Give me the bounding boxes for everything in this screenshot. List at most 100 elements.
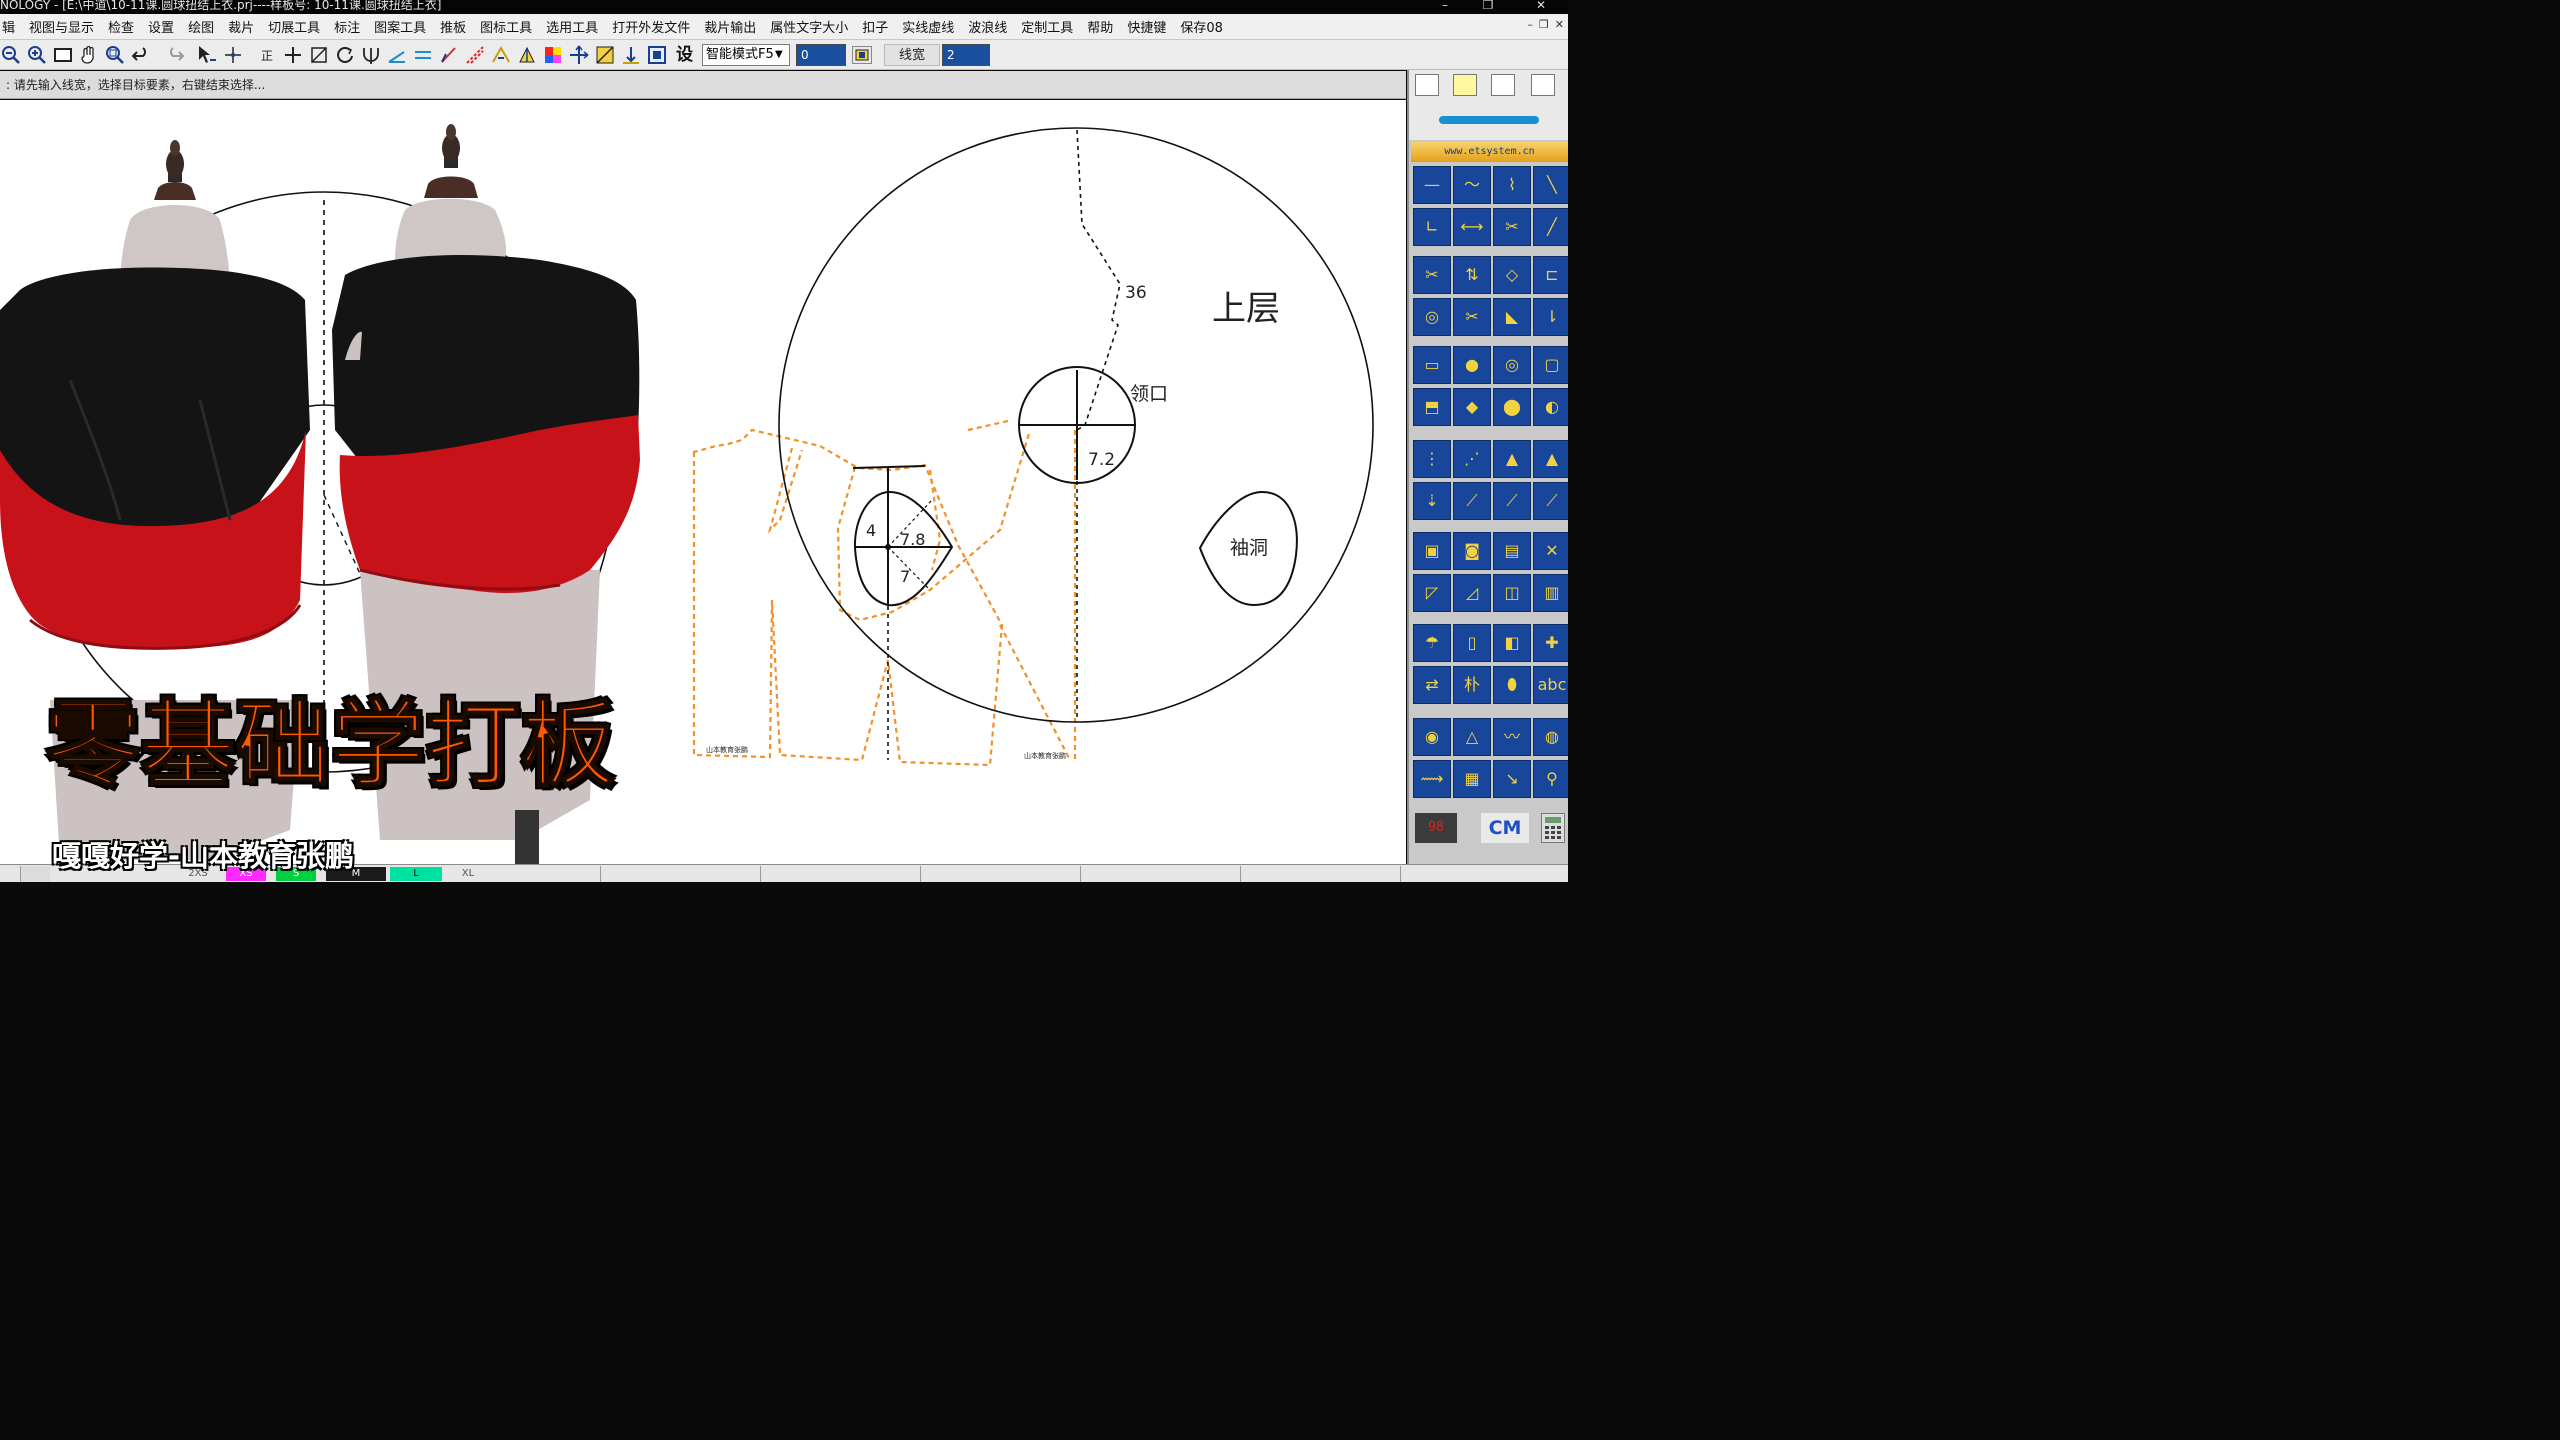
palette-tool-button[interactable]: ◉ [1413,718,1451,756]
cross-tool-icon[interactable] [282,44,304,66]
palette-tool-button[interactable]: ▥ [1533,574,1568,612]
fit-view-icon[interactable] [52,44,74,66]
value-input[interactable]: 0 [796,44,846,66]
palette-tool-button[interactable]: ⟋ [1493,482,1531,520]
menu-view[interactable]: 视图与显示 [22,17,101,36]
palette-tool-button[interactable]: ⇂ [1533,298,1568,336]
menu-buttons[interactable]: 扣子 [855,17,895,36]
palette-tool-button[interactable]: ◍ [1533,718,1568,756]
maximize-button[interactable]: ❐ [1477,0,1499,12]
line-width-input[interactable]: 2 [942,44,990,66]
menu-check[interactable]: 检查 [101,17,141,36]
palette-tool-button[interactable]: △ [1453,718,1491,756]
palette-tool-button[interactable]: ⚲ [1533,760,1568,798]
menu-wave-line[interactable]: 波浪线 [961,17,1014,36]
palette-tool-button[interactable]: ⌇ [1493,166,1531,204]
palette-tool-button[interactable]: ⬒ [1413,388,1451,426]
palette-tool-button[interactable]: ⋮ [1413,440,1451,478]
zoom-window-icon[interactable] [104,44,126,66]
menu-piece[interactable]: 裁片 [221,17,261,36]
palette-tool-button[interactable]: 〜 [1453,166,1491,204]
menu-save[interactable]: 保存08 [1173,17,1230,36]
menu-slash-spread[interactable]: 切展工具 [261,17,327,36]
palette-tool-button[interactable]: ◙ [1453,532,1491,570]
size-l[interactable]: L [390,867,442,881]
menu-annotate[interactable]: 标注 [327,17,367,36]
palette-tool-button[interactable]: ☂ [1413,624,1451,662]
palette-tab-3-icon[interactable] [1491,74,1515,96]
palette-tool-button[interactable]: ▲ [1493,440,1531,478]
palette-tool-button[interactable]: ⟋ [1453,482,1491,520]
fork-tool-icon[interactable] [360,44,382,66]
palette-tab-4-icon[interactable] [1531,74,1555,96]
menu-draw[interactable]: 绘图 [181,17,221,36]
palette-tool-button[interactable]: ◸ [1413,574,1451,612]
select-arrow-icon[interactable] [196,44,218,66]
size-xl[interactable]: XL [448,867,488,881]
settings-label[interactable]: 设 [676,44,698,66]
palette-tool-button[interactable]: ✚ [1533,624,1568,662]
palette-tool-button[interactable]: ▣ [1413,532,1451,570]
palette-tool-button[interactable]: abc [1533,666,1568,704]
menu-icon-tools[interactable]: 图标工具 [473,17,539,36]
mirror-tool-icon[interactable] [594,44,616,66]
move-piece-icon[interactable] [568,44,590,66]
unit-toggle[interactable]: CM [1481,813,1529,843]
menu-edit[interactable]: 辑 [0,17,22,36]
palette-tool-button[interactable]: ● [1453,346,1491,384]
palette-tool-button[interactable]: ◿ [1453,574,1491,612]
palette-tool-button[interactable]: ⬮ [1493,666,1531,704]
rotate-tool-icon[interactable] [334,44,356,66]
palette-tool-button[interactable]: ⟷ [1453,208,1491,246]
palette-tool-button[interactable]: ✂ [1413,256,1451,294]
palette-tool-button[interactable]: ↘ [1493,760,1531,798]
move-point-icon[interactable] [222,44,244,66]
intersect-tool-icon[interactable] [308,44,330,66]
scroll-left-button[interactable] [20,866,50,882]
menu-grading[interactable]: 推板 [433,17,473,36]
palette-tab-2-icon[interactable] [1453,74,1477,96]
palette-tool-button[interactable]: ⊏ [1533,256,1568,294]
palette-tool-button[interactable]: ∟ [1413,208,1451,246]
parallel-tool-icon[interactable] [412,44,434,66]
piece-frame-icon[interactable] [646,44,668,66]
palette-tool-button[interactable]: ⋰ [1453,440,1491,478]
pan-hand-icon[interactable] [78,44,100,66]
doc-restore-button[interactable]: ❐ [1539,18,1549,31]
close-button[interactable]: ✕ [1530,0,1552,12]
menu-help[interactable]: 帮助 [1080,17,1120,36]
mode-select[interactable]: 智能模式F5 ▼ [702,44,790,66]
angle-tool-icon[interactable] [386,44,408,66]
palette-tool-button[interactable]: 〰 [1493,718,1531,756]
palette-tool-button[interactable]: ▭ [1413,346,1451,384]
undo-icon[interactable] [130,44,152,66]
palette-tool-button[interactable]: ◣ [1493,298,1531,336]
menu-open-external[interactable]: 打开外发文件 [605,17,697,36]
palette-tool-button[interactable]: ⟋ [1533,482,1568,520]
zoom-out-icon[interactable] [0,44,22,66]
palette-tool-button[interactable]: ◐ [1533,388,1568,426]
menu-select-tools[interactable]: 选用工具 [539,17,605,36]
palette-tool-button[interactable]: ▯ [1453,624,1491,662]
zoom-in-icon[interactable] [26,44,48,66]
text-tool-icon[interactable]: 正 [256,44,278,66]
palette-tool-button[interactable]: — [1413,166,1451,204]
doc-minimize-button[interactable]: – [1527,18,1533,31]
dart-tool-icon[interactable] [516,44,538,66]
palette-tool-button[interactable]: ▦ [1453,760,1491,798]
color-palette-icon[interactable] [542,44,564,66]
menu-settings[interactable]: 设置 [141,17,181,36]
redo-icon[interactable] [164,44,186,66]
confirm-button[interactable] [852,46,872,64]
palette-tool-button[interactable]: ◆ [1453,388,1491,426]
grain-line-icon[interactable] [620,44,642,66]
palette-tool-button[interactable]: ⬤ [1493,388,1531,426]
palette-tool-button[interactable]: ⇅ [1453,256,1491,294]
menu-custom-tools[interactable]: 定制工具 [1014,17,1080,36]
palette-tool-button[interactable]: 朴 [1453,666,1491,704]
dashed-line-icon[interactable] [464,44,486,66]
notch-tool-icon[interactable] [490,44,512,66]
palette-tool-button[interactable]: ▲ [1533,440,1568,478]
palette-tab-1-icon[interactable] [1415,74,1439,96]
palette-tool-button[interactable]: ✂ [1493,208,1531,246]
